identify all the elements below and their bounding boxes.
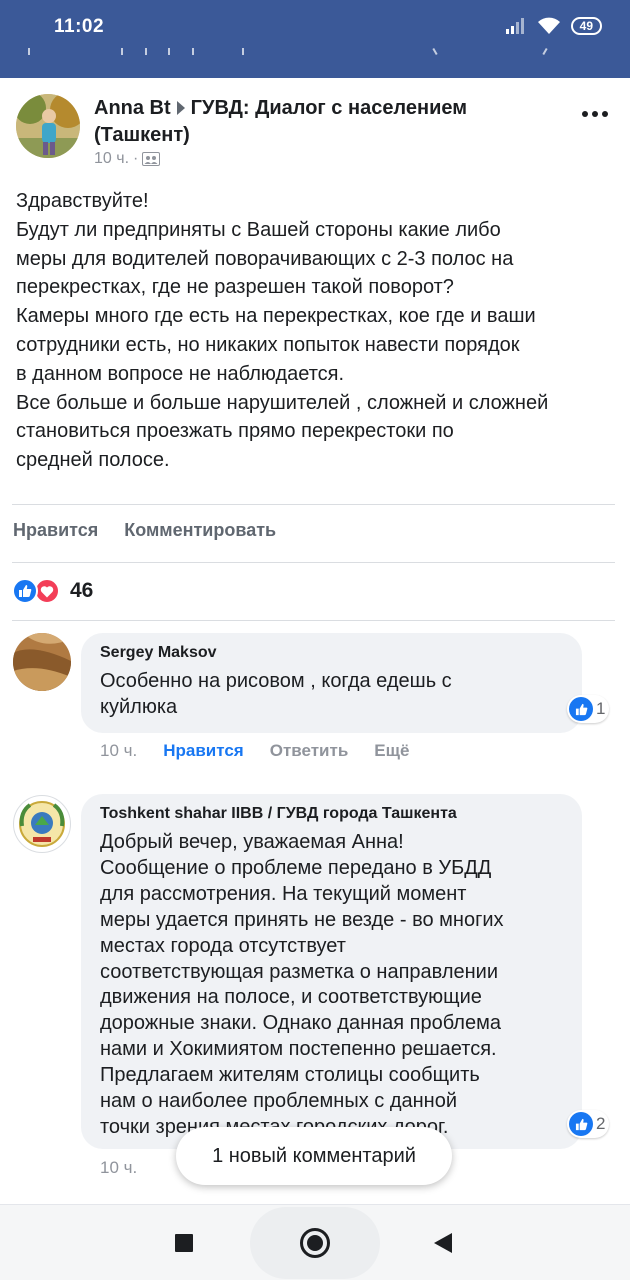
- back-icon[interactable]: [434, 1233, 452, 1253]
- post-author[interactable]: Anna Bt: [94, 97, 171, 119]
- comment-text: Добрый вечер, уважаемая Анна! Сообщение …: [100, 830, 504, 1141]
- avatar[interactable]: [16, 94, 80, 158]
- comment-like-badge[interactable]: 1: [567, 695, 610, 723]
- comment-text-line: меры удается принять не везде - во многи…: [100, 908, 504, 931]
- post-text-line: Здравствуйте!: [16, 190, 149, 212]
- comment-bubble[interactable]: Toshkent shahar IIBB / ГУВД города Ташке…: [81, 794, 582, 1149]
- comment-text-line: соответствующая разметка о направлении: [100, 960, 498, 983]
- post-author-line[interactable]: Anna Bt ГУВД: Диалог с населением (Ташкен…: [94, 95, 534, 149]
- status-strip: [0, 47, 630, 58]
- comment-text-line: Предлагаем жителям столицы сообщить: [100, 1064, 480, 1087]
- comment-text-line: для рассмотрения. На текущий момент: [100, 882, 467, 905]
- comment-text-line: куйлюка: [100, 695, 178, 718]
- new-comment-toast[interactable]: 1 новый комментарий: [176, 1127, 452, 1185]
- comment-reply-button[interactable]: Ответить: [270, 741, 349, 761]
- divider: [12, 504, 615, 505]
- meta-separator: ·: [133, 150, 139, 167]
- group-icon: [142, 152, 161, 166]
- comment-like-badge[interactable]: 2: [567, 1110, 610, 1138]
- comment-text-line: нами и Хокимиятом постепенно решается.: [100, 1038, 497, 1061]
- post-text-line: Будут ли предприняты с Вашей стороны как…: [16, 218, 501, 241]
- comment-like-count: 1: [596, 699, 606, 718]
- comment-text-line: дорожные знаки. Однако данная проблема: [100, 1012, 501, 1035]
- like-icon: [569, 697, 593, 721]
- comment-time[interactable]: 10 ч.: [100, 1158, 137, 1178]
- home-icon[interactable]: [300, 1228, 330, 1258]
- status-time: 11:02: [54, 16, 105, 37]
- comment-text-line: нам о наиболее проблемных с данной: [100, 1090, 457, 1113]
- comment-text-line: местах города отсутствует: [100, 934, 346, 957]
- comment-text-line: Сообщение о проблеме передано в УБДД: [100, 856, 492, 879]
- post-meta: 10 ч. ·: [94, 150, 161, 168]
- comment-time[interactable]: 10 ч.: [100, 741, 137, 761]
- post-text-line: становиться проезжать прямо перекрестоки…: [16, 420, 454, 443]
- system-nav-bar: [0, 1204, 630, 1280]
- comment-text-line: Добрый вечер, уважаемая Анна!: [100, 831, 404, 853]
- post-text: Здравствуйте! Будут ли предприняты с Ваш…: [16, 187, 616, 475]
- like-icon: [12, 578, 38, 604]
- status-icons: 49: [505, 17, 602, 35]
- comment-text-line: Особенно на рисовом , когда едешь с: [100, 670, 452, 692]
- comment-button[interactable]: Комментировать: [124, 520, 276, 541]
- divider: [12, 562, 615, 563]
- post-text-line: средней полосе.: [16, 449, 170, 472]
- post-text-line: сотрудники есть, но никаких попыток наве…: [16, 333, 520, 356]
- comment-text-line: движения на полосе, и соответствующие: [100, 986, 482, 1009]
- post-text-line: Все больше и больше нарушителей , сложне…: [16, 391, 549, 414]
- comment-avatar[interactable]: [13, 633, 71, 691]
- comment-actions: 10 ч. Нравится Ответить Ещё: [100, 741, 409, 761]
- comment-like-count: 2: [596, 1114, 606, 1133]
- signal-icon: [505, 18, 524, 34]
- post-time[interactable]: 10 ч.: [94, 150, 129, 168]
- wifi-icon: [537, 17, 560, 34]
- comment-author[interactable]: Toshkent shahar IIBB / ГУВД города Ташке…: [100, 805, 457, 823]
- comment-author[interactable]: Sergey Maksov: [100, 644, 217, 662]
- recents-icon[interactable]: [175, 1234, 193, 1252]
- post-text-line: меры для водителей поворачивающих с 2-3 …: [16, 247, 514, 270]
- reactions-summary[interactable]: 46: [12, 578, 93, 604]
- reaction-count: 46: [70, 579, 94, 602]
- post-header: Anna Bt ГУВД: Диалог с населением (Ташкен…: [16, 94, 616, 174]
- more-icon[interactable]: [580, 104, 610, 124]
- battery-icon: 49: [570, 17, 602, 35]
- comment-text: Особенно на рисовом , когда едешь с куйл…: [100, 669, 452, 721]
- comment-actions: 10 ч.: [100, 1158, 137, 1178]
- post-text-line: Камеры много где есть на перекрестках, к…: [16, 305, 536, 328]
- arrow-right-icon: [176, 101, 185, 116]
- comment-avatar[interactable]: [13, 795, 71, 853]
- comment-more-button[interactable]: Ещё: [374, 741, 409, 761]
- post-text-line: в данном вопросе не наблюдается.: [16, 362, 345, 385]
- post-action-bar: Нравится Комментировать: [13, 520, 276, 541]
- status-bar: 11:02 49: [0, 0, 630, 78]
- post-text-line: перекрестках, где не разрешен такой пово…: [16, 276, 454, 299]
- comment-like-button[interactable]: Нравится: [163, 741, 244, 761]
- like-icon: [569, 1112, 593, 1136]
- comment-bubble[interactable]: Sergey Maksov Особенно на рисовом , когд…: [81, 633, 582, 733]
- divider: [12, 620, 615, 621]
- like-button[interactable]: Нравится: [13, 520, 98, 541]
